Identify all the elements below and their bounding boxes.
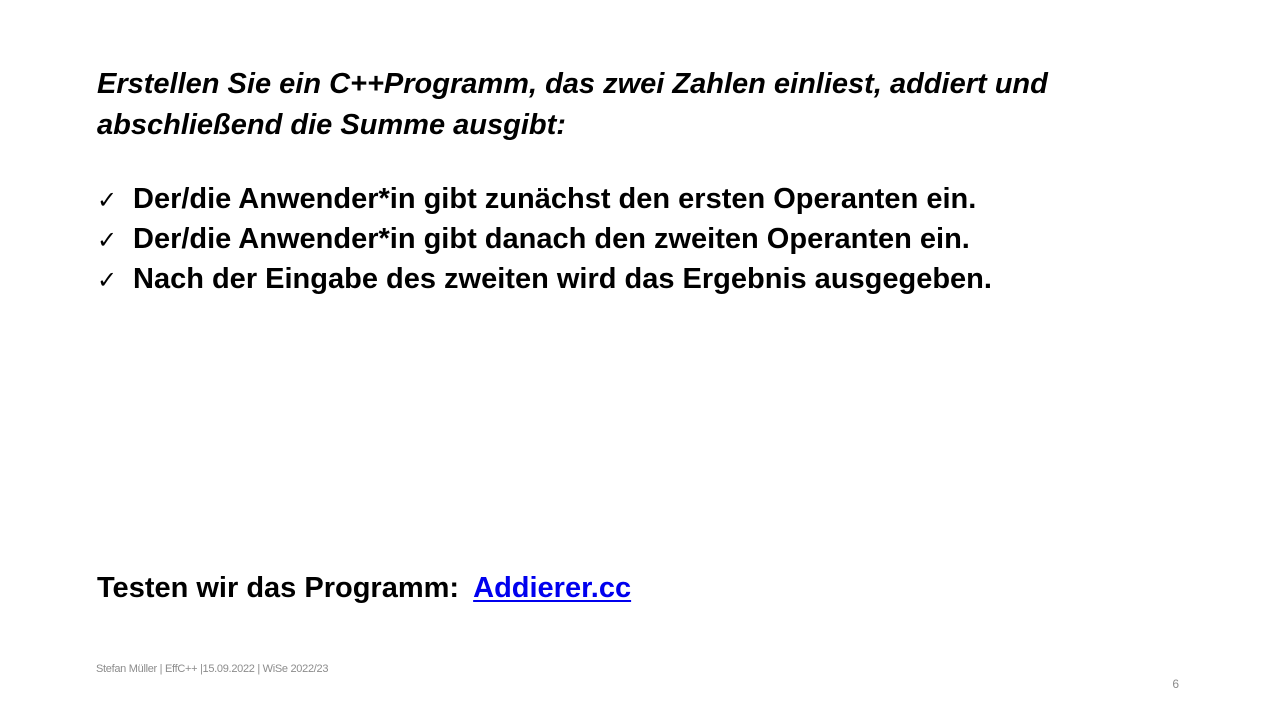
- checklist-item-text: Nach der Eingabe des zweiten wird das Er…: [133, 263, 992, 295]
- slide-footer: Stefan Müller | EffC++ |15.09.2022 | WiS…: [96, 663, 329, 675]
- page-number: 6: [1172, 677, 1179, 691]
- checkmark-icon: ✓: [97, 266, 118, 294]
- task-description-line-2: abschließend die Summe ausgibt:: [97, 109, 566, 141]
- test-program-label: Testen wir das Programm:: [97, 572, 460, 604]
- addierer-file-link[interactable]: Addierer.cc: [473, 572, 631, 604]
- checklist-item: ✓ Der/die Anwender*in gibt zunächst den …: [97, 180, 992, 220]
- task-description: Erstellen Sie ein C++Programm, das zwei …: [97, 64, 1197, 146]
- checklist-item: ✓ Nach der Eingabe des zweiten wird das …: [97, 260, 992, 300]
- checkmark-icon: ✓: [97, 226, 118, 254]
- test-program-line: Testen wir das Programm: Addierer.cc: [97, 568, 631, 608]
- checklist-item-text: Der/die Anwender*in gibt zunächst den er…: [133, 183, 977, 215]
- checkmark-icon: ✓: [97, 186, 118, 214]
- checklist-item-text: Der/die Anwender*in gibt danach den zwei…: [133, 223, 970, 255]
- checklist-item: ✓ Der/die Anwender*in gibt danach den zw…: [97, 220, 992, 260]
- requirements-checklist: ✓ Der/die Anwender*in gibt zunächst den …: [97, 180, 992, 300]
- task-description-line-1: Erstellen Sie ein C++Programm, das zwei …: [97, 68, 1048, 100]
